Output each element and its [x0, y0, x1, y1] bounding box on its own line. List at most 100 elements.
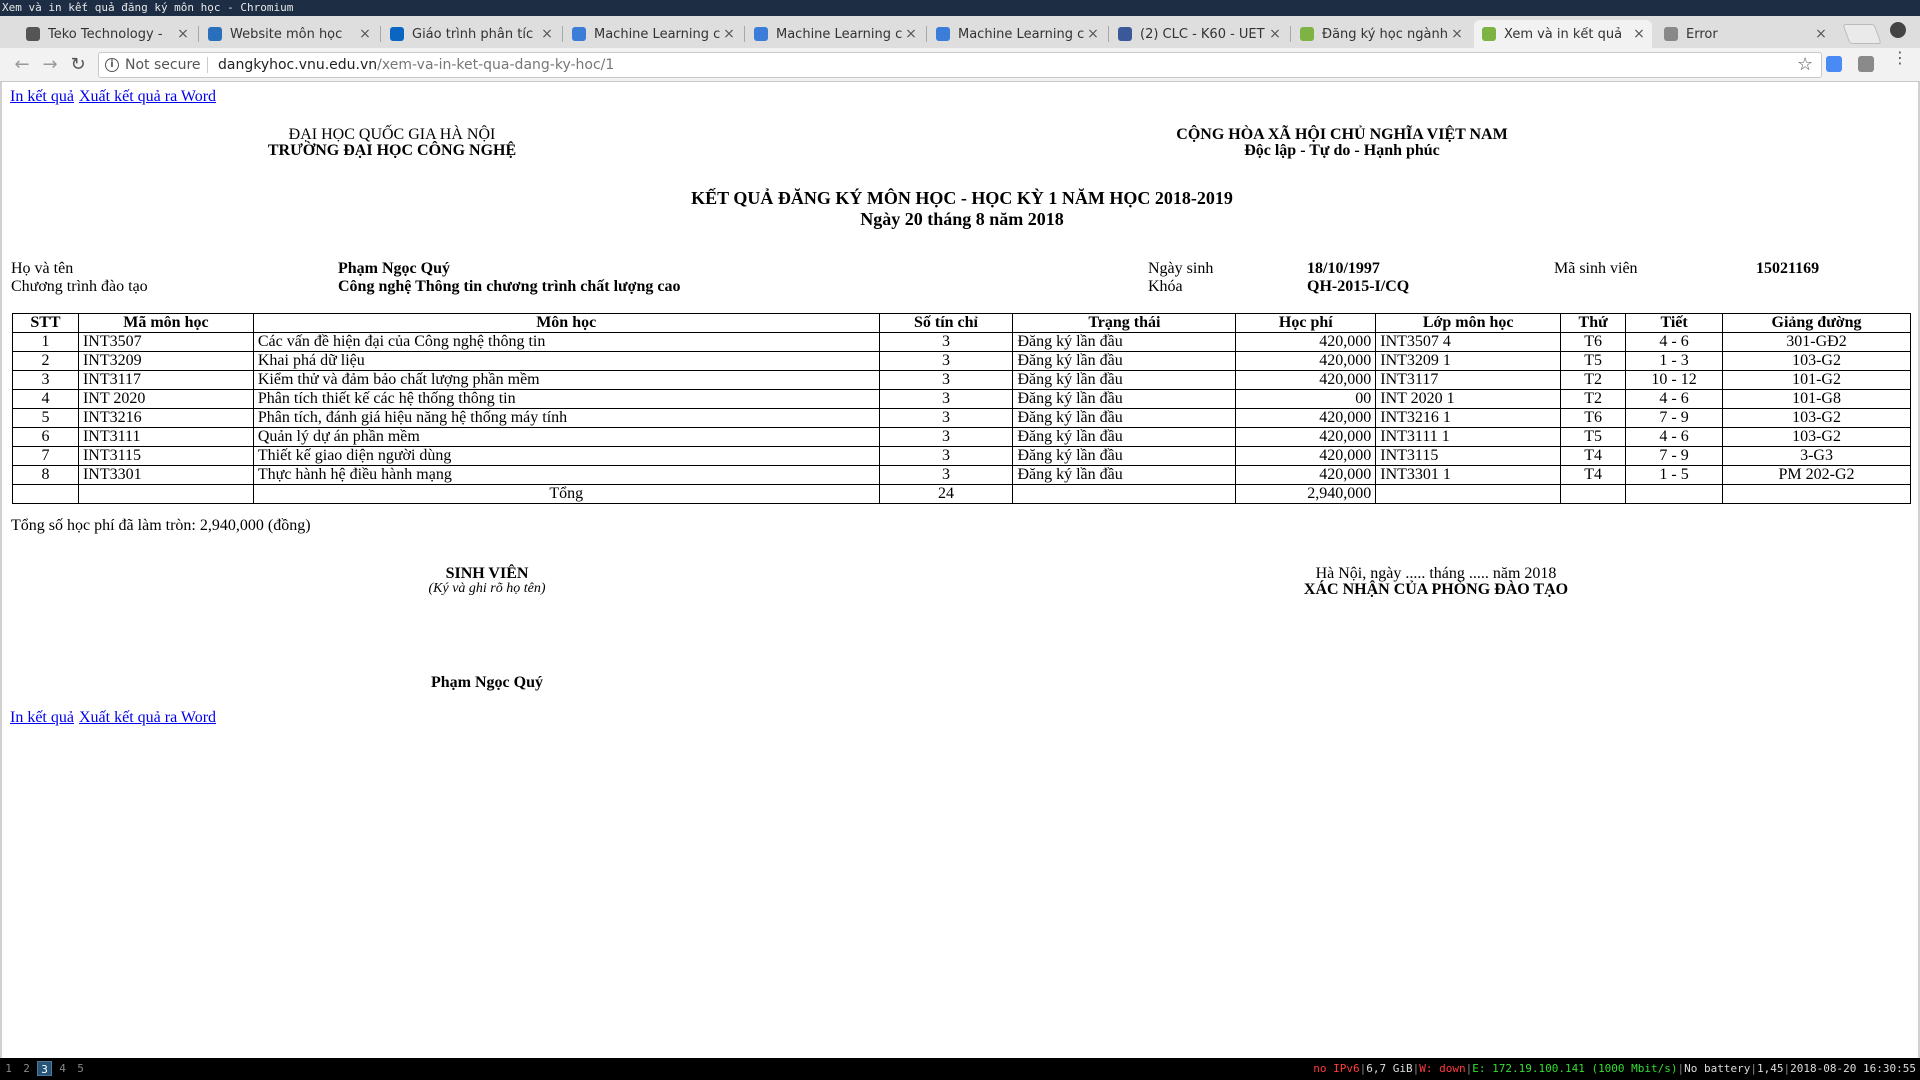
- close-tab-icon[interactable]: ×: [1086, 26, 1100, 42]
- close-tab-icon[interactable]: ×: [540, 26, 554, 42]
- print-link[interactable]: In kết quả: [10, 88, 74, 106]
- table-cell: INT3507: [77, 332, 254, 352]
- table-cell: 10 - 12: [1625, 370, 1724, 390]
- facebook-extension-icon[interactable]: [1858, 56, 1874, 72]
- table-cell: 3: [12, 370, 79, 390]
- tab-title: Error: [1686, 26, 1718, 42]
- report-title: KẾT QUẢ ĐĂNG KÝ MÔN HỌC - HỌC KỲ 1 NĂM H…: [691, 188, 1233, 208]
- close-tab-icon[interactable]: ×: [904, 26, 918, 42]
- table-cell: T4: [1560, 465, 1627, 485]
- column-header: Số tín chỉ: [878, 313, 1014, 333]
- table-cell: [77, 484, 254, 504]
- cohort-label: Khóa: [1148, 278, 1183, 295]
- export-word-link-bottom[interactable]: Xuất kết quả ra Word: [79, 709, 216, 727]
- ipv6-status: no IPv6: [1313, 1062, 1360, 1075]
- table-cell: 301-GĐ2: [1722, 332, 1911, 352]
- table-cell: INT 2020 1: [1375, 389, 1562, 409]
- table-cell: INT3111: [77, 427, 254, 447]
- table-cell: 3: [878, 408, 1014, 428]
- workspace-1[interactable]: 1: [1, 1061, 16, 1076]
- workspace-4[interactable]: 4: [55, 1061, 70, 1076]
- tab-separator: [380, 26, 381, 42]
- table-cell: 3: [878, 446, 1014, 466]
- table-cell: 420,000: [1235, 370, 1377, 390]
- tab-separator: [744, 26, 745, 42]
- tab-4[interactable]: Machine Learning c ×: [564, 20, 742, 48]
- tab-separator: [926, 26, 927, 42]
- print-link-bottom[interactable]: In kết quả: [10, 709, 74, 727]
- table-cell: INT 2020: [77, 389, 254, 409]
- table-cell: 1 - 3: [1625, 351, 1724, 371]
- table-cell: 3: [878, 351, 1014, 371]
- close-tab-icon[interactable]: ×: [1450, 26, 1464, 42]
- program-value: Công nghệ Thông tin chương trình chất lư…: [338, 278, 681, 295]
- profile-icon[interactable]: [1890, 22, 1906, 38]
- new-tab-button[interactable]: [1842, 24, 1882, 44]
- wifi-status: W: down: [1419, 1062, 1466, 1075]
- close-tab-icon[interactable]: ×: [722, 26, 736, 42]
- tab-10[interactable]: Error ×: [1656, 20, 1834, 48]
- url-host: dangkyhoc.vnu.edu.vn: [218, 57, 378, 73]
- column-header: Lớp môn học: [1375, 313, 1562, 333]
- close-tab-icon[interactable]: ×: [358, 26, 372, 42]
- table-header-row: STT Mã môn học Môn học Số tín chỉ Trạng thái…: [12, 313, 1911, 333]
- table-cell: 8: [12, 465, 79, 485]
- table-cell: INT3216: [77, 408, 254, 428]
- reload-icon[interactable]: ↻: [68, 55, 88, 75]
- report-date: Ngày 20 tháng 8 năm 2018: [860, 209, 1064, 229]
- table-cell: INT3216 1: [1375, 408, 1562, 428]
- browser-toolbar: ← → ↻ i Not secure dangkyhoc.vnu.edu.vn/…: [0, 48, 1920, 82]
- table-cell: 1: [12, 332, 79, 352]
- table-row: 8 INT3301 Thực hành hệ điều hành mạng 3 Đăng…: [12, 465, 1911, 485]
- table-cell: 7 - 9: [1625, 446, 1724, 466]
- url-text[interactable]: dangkyhoc.vnu.edu.vn/xem-va-in-ket-qua-d…: [218, 57, 614, 73]
- tab-5[interactable]: Machine Learning c ×: [746, 20, 924, 48]
- translate-extension-icon[interactable]: [1826, 56, 1842, 72]
- student-id-value: 15021169: [1756, 260, 1820, 277]
- workspace-3[interactable]: 3: [37, 1061, 52, 1076]
- tab-title: Website môn học: [230, 26, 343, 42]
- table-cell: INT3115: [1375, 446, 1562, 466]
- tab-1[interactable]: Teko Technology - ×: [18, 20, 196, 48]
- table-cell: PM 202-G2: [1722, 465, 1911, 485]
- tab-separator: [562, 26, 563, 42]
- workspace-5[interactable]: 5: [73, 1061, 88, 1076]
- table-cell: Đăng ký lần đầu: [1012, 427, 1237, 447]
- close-tab-icon[interactable]: ×: [1814, 26, 1828, 42]
- table-row: 1 INT3507 Các vấn đề hiện đại của Công ngh…: [12, 332, 1911, 352]
- disk-status: 6,7 GiB: [1366, 1062, 1413, 1075]
- tab-6[interactable]: Machine Learning c ×: [928, 20, 1106, 48]
- export-word-link[interactable]: Xuất kết quả ra Word: [79, 88, 216, 106]
- tab-title: Xem và in kết quả: [1504, 26, 1623, 42]
- table-cell: Phân tích, đánh giá hiệu năng hệ thống m…: [252, 408, 880, 428]
- table-cell: 00: [1235, 389, 1377, 409]
- teko-icon: [26, 27, 40, 41]
- close-tab-icon[interactable]: ×: [1268, 26, 1282, 42]
- tab-3[interactable]: Giáo trình phân tíc ×: [382, 20, 560, 48]
- table-cell: Các vấn đề hiện đại của Công nghệ thông …: [252, 332, 880, 352]
- total-credits: 24: [878, 484, 1014, 504]
- table-cell: 103-G2: [1722, 351, 1911, 371]
- close-tab-icon[interactable]: ×: [176, 26, 190, 42]
- bookmark-star-icon[interactable]: ☆: [1797, 54, 1813, 75]
- address-bar[interactable]: i Not secure dangkyhoc.vnu.edu.vn/xem-va…: [98, 52, 1822, 78]
- table-cell: Thực hành hệ điều hành mạng: [252, 465, 880, 485]
- close-tab-icon[interactable]: ×: [1632, 26, 1646, 42]
- student-sign-note: (Ký và ghi rõ họ tên): [428, 581, 546, 596]
- column-header: Thứ: [1560, 313, 1627, 333]
- info-icon[interactable]: i: [105, 58, 119, 72]
- table-cell: 6: [12, 427, 79, 447]
- table-cell: 420,000: [1235, 446, 1377, 466]
- tab-9[interactable]: Xem và in kết quả ×: [1474, 20, 1652, 48]
- tab-8[interactable]: Đăng ký học ngành ×: [1292, 20, 1470, 48]
- tab-7[interactable]: (2) CLC - K60 - UET ×: [1110, 20, 1288, 48]
- table-cell: Thiết kế giao diện người dùng: [252, 446, 880, 466]
- table-cell: 3: [878, 427, 1014, 447]
- tab-2[interactable]: Website môn học ×: [200, 20, 378, 48]
- security-label[interactable]: Not secure: [125, 57, 201, 73]
- table-cell: 1 - 5: [1625, 465, 1724, 485]
- back-icon[interactable]: ←: [12, 55, 32, 75]
- workspace-2[interactable]: 2: [19, 1061, 34, 1076]
- menu-icon[interactable]: ⋮: [1892, 50, 1908, 66]
- forward-icon[interactable]: →: [40, 55, 60, 75]
